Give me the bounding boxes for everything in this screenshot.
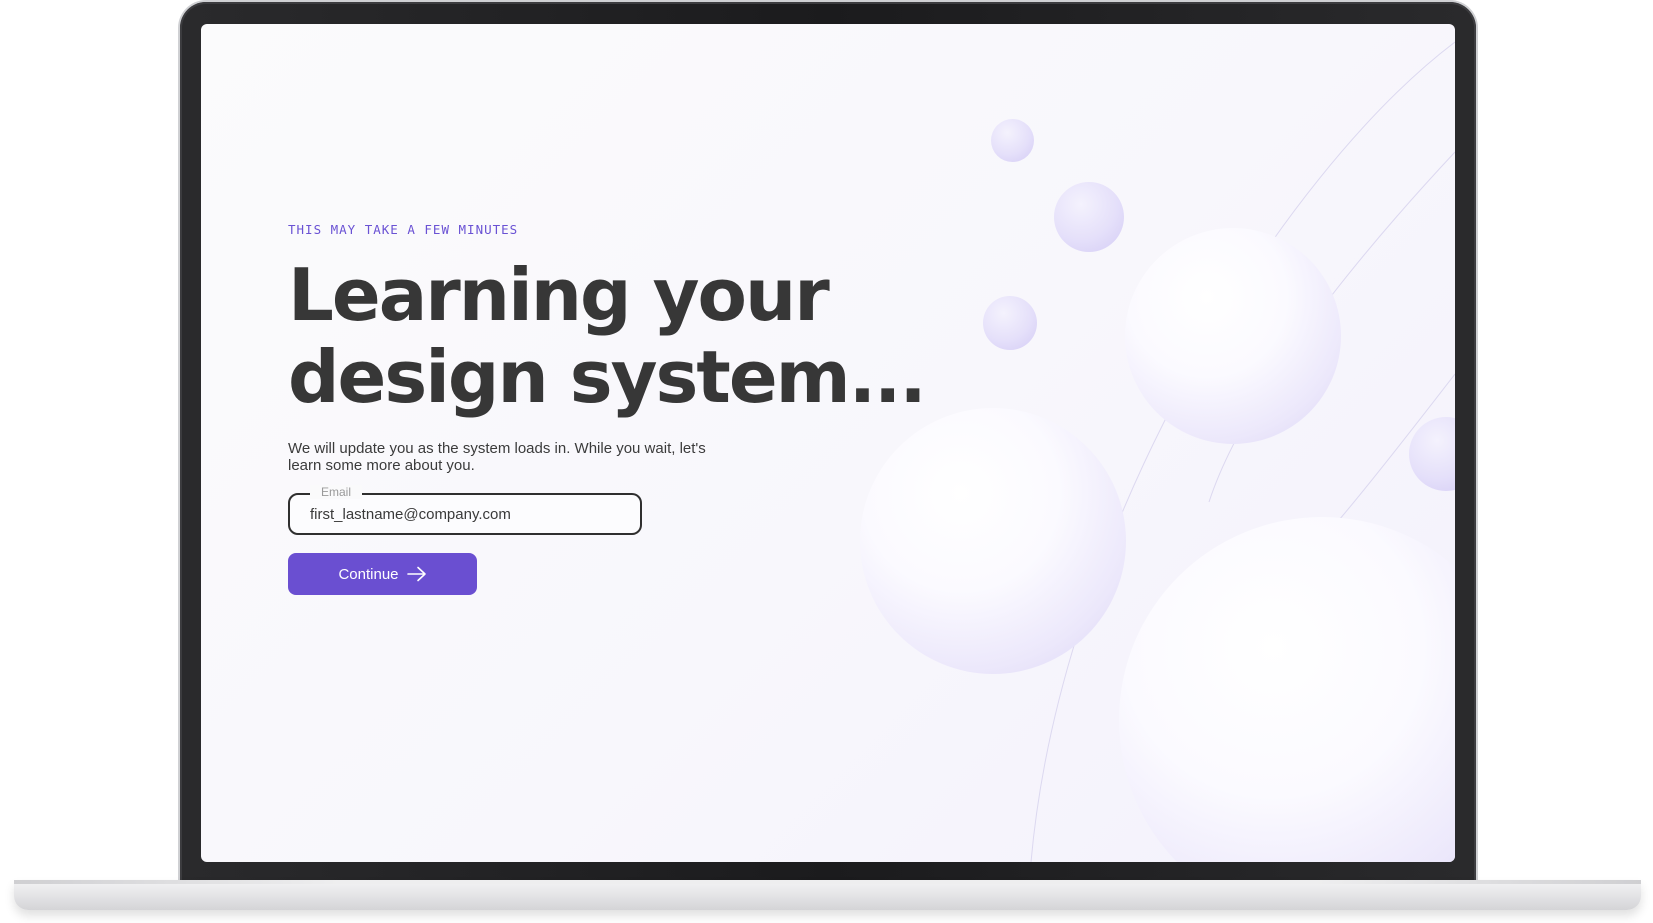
page-title: Learning your design system... (288, 254, 988, 418)
onboarding-panel: THIS MAY TAKE A FEW MINUTES Learning you… (288, 222, 988, 595)
email-field[interactable]: Email (288, 485, 642, 535)
laptop-base-edge (14, 880, 1641, 884)
page-title-line-1: Learning your (288, 253, 830, 337)
page-subtitle: We will update you as the system loads i… (288, 440, 706, 474)
email-input[interactable] (310, 504, 620, 524)
decorative-sphere (1409, 417, 1455, 491)
page-title-line-2: design system... (288, 335, 927, 419)
laptop-screen: THIS MAY TAKE A FEW MINUTES Learning you… (201, 24, 1455, 862)
continue-button[interactable]: Continue (288, 553, 477, 595)
decorative-sphere (1119, 517, 1455, 862)
eyebrow-text: THIS MAY TAKE A FEW MINUTES (288, 222, 519, 237)
decorative-sphere (983, 296, 1037, 350)
continue-button-label: Continue (338, 565, 399, 583)
laptop-mockup: THIS MAY TAKE A FEW MINUTES Learning you… (0, 0, 1653, 923)
laptop-base (14, 880, 1641, 910)
arrow-right-icon (406, 566, 426, 582)
decorative-sphere (1054, 182, 1124, 252)
decorative-sphere (1125, 228, 1341, 444)
email-label: Email (310, 485, 363, 499)
decorative-sphere (991, 119, 1034, 162)
